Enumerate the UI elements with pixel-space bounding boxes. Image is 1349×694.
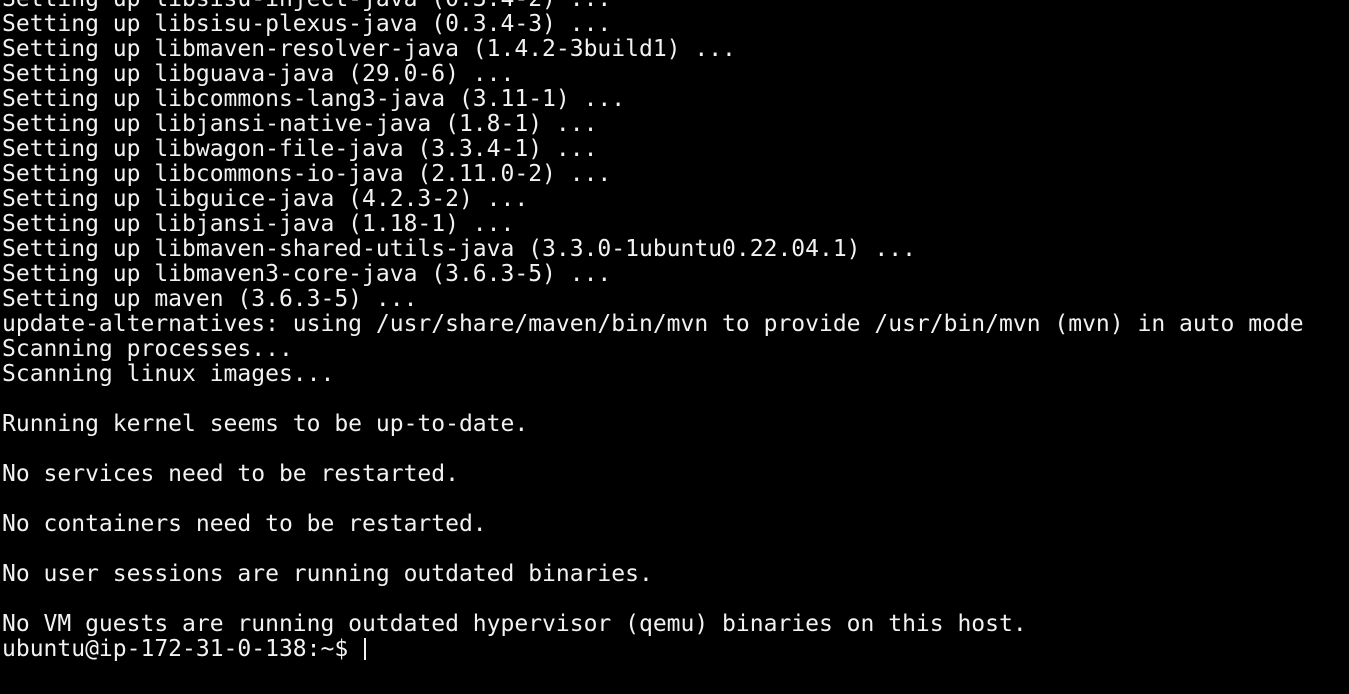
output-line: Setting up maven (3.6.3-5) ...: [2, 286, 418, 312]
output-line: Scanning linux images...: [2, 361, 335, 387]
output-line: Setting up libjansi-native-java (1.8-1) …: [2, 111, 598, 137]
output-line: Setting up libwagon-file-java (3.3.4-1) …: [2, 136, 598, 162]
output-line: Setting up libmaven-shared-utils-java (3…: [2, 236, 916, 262]
output-line: Scanning processes...: [2, 336, 293, 362]
output-line: No user sessions are running outdated bi…: [2, 561, 653, 587]
shell-prompt: ubuntu@ip-172-31-0-138:~$: [2, 636, 363, 662]
output-line: Setting up libcommons-io-java (2.11.0-2)…: [2, 161, 612, 187]
output-line: No services need to be restarted.: [2, 461, 459, 487]
output-line: Setting up libmaven3-core-java (3.6.3-5)…: [2, 261, 612, 287]
output-line: Setting up libguava-java (29.0-6) ...: [2, 61, 515, 87]
terminal-window[interactable]: Setting up libsisu-inject-java (0.3.4-2)…: [0, 0, 1349, 681]
output-line: update-alternatives: using /usr/share/ma…: [2, 311, 1304, 337]
output-line: No containers need to be restarted.: [2, 511, 487, 537]
output-line: Setting up libguice-java (4.2.3-2) ...: [2, 186, 529, 212]
output-line: Setting up libsisu-plexus-java (0.3.4-3)…: [2, 11, 612, 37]
text-cursor: [364, 638, 367, 660]
output-line: Setting up libcommons-lang3-java (3.11-1…: [2, 86, 626, 112]
output-line: Setting up libmaven-resolver-java (1.4.2…: [2, 36, 736, 62]
output-line: No VM guests are running outdated hyperv…: [2, 611, 1027, 637]
output-line: Setting up libjansi-java (1.18-1) ...: [2, 211, 515, 237]
output-line: Running kernel seems to be up-to-date.: [2, 411, 529, 437]
prompt-line[interactable]: ubuntu@ip-172-31-0-138:~$: [2, 637, 1349, 662]
